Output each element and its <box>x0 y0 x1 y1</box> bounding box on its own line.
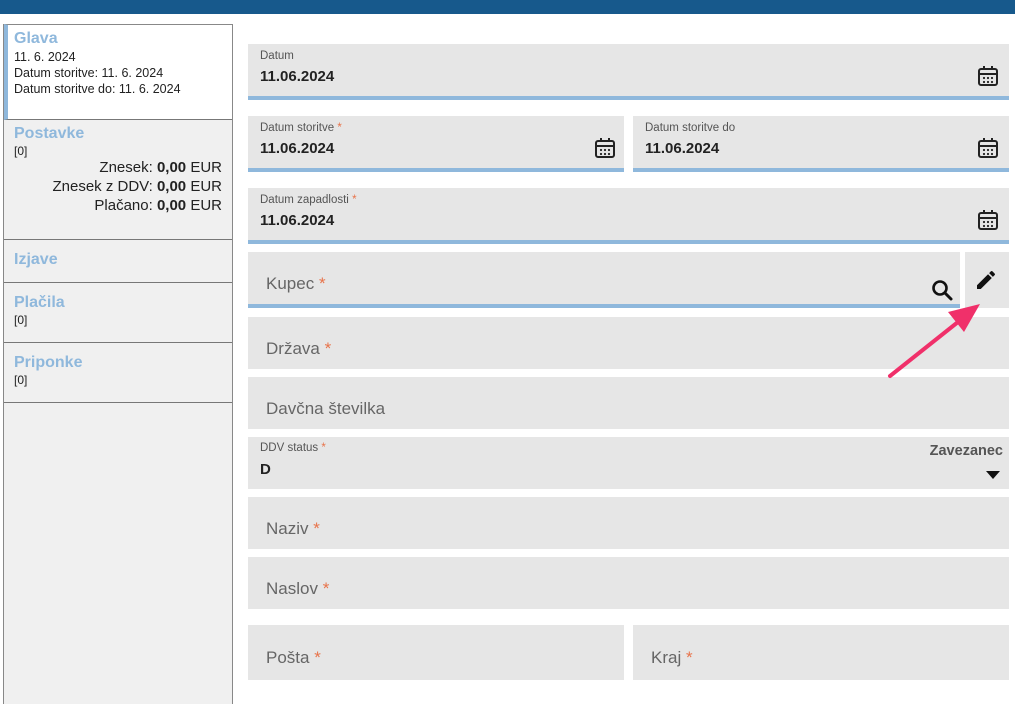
postavke-count: [0] <box>14 144 28 158</box>
required-marker: * <box>352 194 357 206</box>
caret-down-icon[interactable] <box>981 463 1005 487</box>
calendar-icon[interactable] <box>976 64 1000 88</box>
placeholder-text: Kupec <box>266 274 315 293</box>
required-marker: * <box>313 519 320 538</box>
required-marker: * <box>685 648 693 667</box>
required-marker: * <box>324 339 332 358</box>
naslov-field[interactable]: Naslov * <box>248 557 1009 609</box>
datum-storitve-do-label: Datum storitve do <box>645 122 736 134</box>
znesek-ddv-label: Znesek z DDV: <box>52 178 153 195</box>
sidebar-item-label: Postavke <box>14 125 85 142</box>
sidebar-item-label: Izjave <box>14 251 58 268</box>
naziv-field[interactable]: Naziv * <box>248 497 1009 549</box>
znesek-label: Znesek: <box>99 159 153 176</box>
label-text: Datum storitve <box>260 122 335 134</box>
sidebar-item-placila[interactable]: Plačila [0] <box>4 283 232 343</box>
ddv-status-select[interactable]: DDV status * D Zavezanec <box>248 437 1009 489</box>
top-bar <box>0 0 1015 14</box>
datum-zapadlosti-value: 11.06.2024 <box>260 212 335 229</box>
glava-date: 11. 6. 2024 <box>14 50 76 64</box>
znesek-currency: EUR <box>190 159 222 176</box>
kupec-placeholder: Kupec * <box>266 274 326 294</box>
posta-placeholder: Pošta * <box>266 648 321 668</box>
znesek-value: 0,00 <box>156 159 187 176</box>
drzava-field[interactable]: Država * <box>248 317 1009 369</box>
ddv-status-option: Zavezanec <box>929 443 1003 459</box>
label-text: DDV status <box>260 442 319 454</box>
znesek-ddv-currency: EUR <box>190 178 222 195</box>
calendar-icon[interactable] <box>976 136 1000 160</box>
sidebar-item-label: Plačila <box>14 294 65 311</box>
datum-storitve-do-field[interactable]: Datum storitve do 11.06.2024 <box>633 116 1009 172</box>
ddv-status-label: DDV status * <box>260 442 326 454</box>
sidebar-item-postavke[interactable]: Postavke [0] Znesek: 0,00 EUR Znesek z D… <box>4 120 232 240</box>
naziv-placeholder: Naziv * <box>266 519 320 539</box>
datum-zapadlosti-label: Datum zapadlosti * <box>260 194 357 206</box>
placila-count: [0] <box>14 313 28 327</box>
drzava-placeholder: Država * <box>266 339 331 359</box>
sidebar-item-priponke[interactable]: Priponke [0] <box>4 343 232 403</box>
datum-storitve-value: 11.06.2024 <box>260 140 335 157</box>
ddv-status-value: D <box>260 461 271 478</box>
kupec-field[interactable]: Kupec * <box>248 252 960 308</box>
required-marker: * <box>321 442 326 454</box>
priponke-count: [0] <box>14 373 28 387</box>
glava-service-date-to: Datum storitve do: 11. 6. 2024 <box>14 82 181 96</box>
placano-value: 0,00 <box>156 197 187 214</box>
required-marker: * <box>322 579 330 598</box>
label-text: Datum zapadlosti <box>260 194 349 206</box>
sidebar-item-label: Priponke <box>14 354 83 371</box>
datum-storitve-field[interactable]: Datum storitve * 11.06.2024 <box>248 116 624 172</box>
placeholder-text: Država <box>266 339 320 358</box>
placano-row: Plačano: 0,00 EUR <box>14 196 222 215</box>
datum-label: Datum <box>260 50 294 62</box>
datum-zapadlosti-field[interactable]: Datum zapadlosti * 11.06.2024 <box>248 188 1009 244</box>
sidebar-item-label: Glava <box>14 30 58 47</box>
datum-storitve-do-value: 11.06.2024 <box>645 140 720 157</box>
davcna-placeholder: Davčna številka <box>266 399 386 418</box>
placeholder-text: Kraj <box>651 648 682 667</box>
required-marker: * <box>314 648 321 667</box>
datum-field[interactable]: Datum 11.06.2024 <box>248 44 1009 100</box>
kupec-edit-button[interactable] <box>965 252 1009 308</box>
kraj-field[interactable]: Kraj * <box>633 625 1009 680</box>
znesek-ddv-value: 0,00 <box>156 178 187 195</box>
znesek-row: Znesek: 0,00 EUR <box>14 158 222 177</box>
required-marker: * <box>337 122 342 134</box>
pencil-icon <box>977 270 996 289</box>
sidebar-item-izjave[interactable]: Izjave <box>4 240 232 283</box>
calendar-icon[interactable] <box>593 136 617 160</box>
datum-storitve-label: Datum storitve * <box>260 122 342 134</box>
placeholder-text: Naslov <box>266 579 318 598</box>
davcna-stevilka-field[interactable]: Davčna številka <box>248 377 1009 429</box>
placano-currency: EUR <box>190 197 222 214</box>
placeholder-text: Naziv <box>266 519 309 538</box>
kraj-placeholder: Kraj * <box>651 648 693 668</box>
sidebar: Glava 11. 6. 2024 Datum storitve: 11. 6.… <box>3 24 233 704</box>
required-marker: * <box>318 274 326 293</box>
naslov-placeholder: Naslov * <box>266 579 329 599</box>
calendar-icon[interactable] <box>976 208 1000 232</box>
znesek-ddv-row: Znesek z DDV: 0,00 EUR <box>14 177 222 196</box>
datum-value: 11.06.2024 <box>260 68 335 85</box>
posta-field[interactable]: Pošta * <box>248 625 624 680</box>
glava-service-date: Datum storitve: 11. 6. 2024 <box>14 66 164 80</box>
search-icon[interactable] <box>930 278 954 302</box>
placano-label: Plačano: <box>94 197 153 214</box>
sidebar-item-glava[interactable]: Glava 11. 6. 2024 Datum storitve: 11. 6.… <box>4 24 232 120</box>
placeholder-text: Pošta <box>266 648 310 667</box>
